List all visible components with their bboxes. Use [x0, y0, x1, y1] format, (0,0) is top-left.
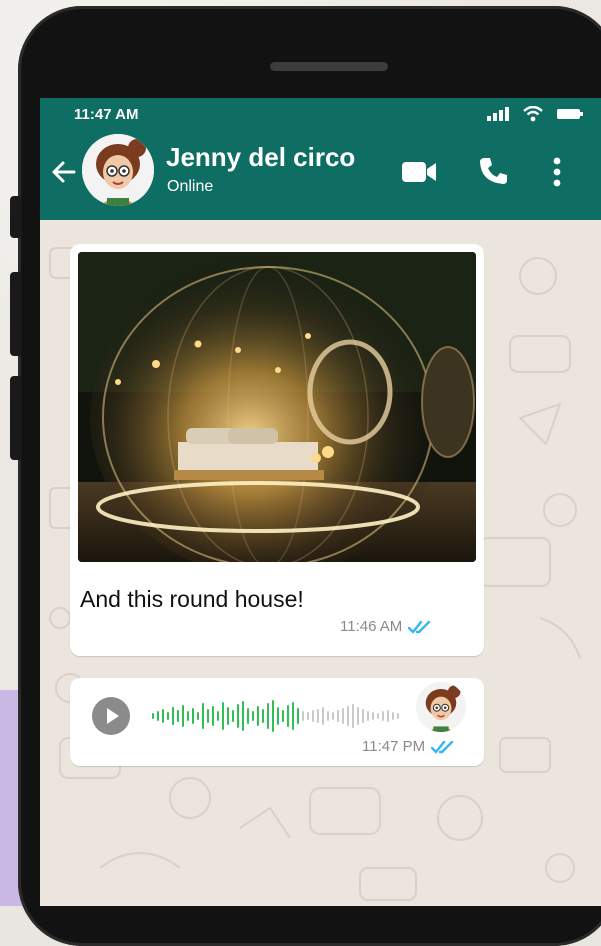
waveform-bar [257, 706, 259, 726]
waveform-bar [297, 708, 299, 724]
waveform-bar [242, 701, 244, 731]
waveform-bar [302, 711, 304, 721]
more-options-icon[interactable] [552, 156, 562, 188]
image-message-bubble[interactable]: And this round house! 11:46 AM [70, 244, 484, 656]
waveform-bar [212, 706, 214, 726]
waveform-bar [217, 711, 219, 721]
play-button[interactable] [92, 697, 130, 735]
waveform-bar [182, 705, 184, 727]
phone-volume-down-button [10, 376, 22, 460]
read-receipt-icon [408, 620, 431, 634]
waveform-bar [362, 709, 364, 723]
waveform-bar [382, 711, 384, 721]
waveform-bar [247, 708, 249, 724]
waveform-bar [152, 713, 154, 719]
waveform-bar [337, 710, 339, 722]
voice-message-meta: 11:47 PM [362, 738, 457, 755]
phone-side-button [10, 196, 22, 238]
waveform-bar [347, 706, 349, 726]
chat-screen: 11:47 AM Jenny del circo Online And this… [40, 98, 601, 906]
waveform-bar [282, 710, 284, 722]
waveform-bar [167, 712, 169, 720]
phone-call-icon[interactable] [478, 156, 508, 186]
read-receipt-icon [431, 740, 454, 754]
signal-icon [487, 107, 509, 121]
waveform-bar [267, 703, 269, 729]
waveform-bar [287, 705, 289, 727]
waveform-bar [277, 707, 279, 725]
waveform-bar [317, 709, 319, 723]
waveform-bar [157, 711, 159, 721]
status-time: 11:47 AM [74, 106, 139, 123]
voice-message-time: 11:47 PM [362, 738, 426, 755]
waveform-bar [292, 702, 294, 730]
waveform-bar [232, 710, 234, 722]
back-arrow-icon[interactable] [50, 158, 78, 186]
waveform-bar [237, 704, 239, 728]
waveform-bar [372, 712, 374, 720]
voice-message-bubble[interactable]: 11:47 PM [70, 678, 484, 766]
waveform-bar [252, 711, 254, 721]
chat-header: Jenny del circo Online [40, 128, 601, 220]
voice-waveform[interactable] [152, 698, 402, 734]
waveform-bar [332, 712, 334, 720]
wifi-icon [523, 106, 543, 122]
message-meta: 11:46 AM [340, 618, 434, 635]
waveform-bar [197, 712, 199, 720]
waveform-bar [162, 709, 164, 723]
waveform-bar [227, 707, 229, 725]
phone-speaker [270, 62, 388, 71]
waveform-bar [312, 710, 314, 722]
status-bar: 11:47 AM [40, 98, 601, 128]
message-caption: And this round house! [80, 586, 304, 612]
message-time: 11:46 AM [340, 618, 403, 635]
waveform-bar [322, 707, 324, 725]
phone-volume-up-button [10, 272, 22, 356]
waveform-bar [172, 707, 174, 725]
waveform-bar [177, 710, 179, 722]
waveform-bar [207, 709, 209, 723]
bubble-house-photo[interactable] [78, 252, 476, 562]
contact-status: Online [167, 178, 214, 195]
contact-avatar[interactable] [82, 134, 154, 206]
waveform-bar [327, 711, 329, 721]
sender-avatar [416, 682, 466, 732]
bubble-house-image [78, 252, 476, 562]
waveform-bar [392, 712, 394, 720]
waveform-bar [192, 708, 194, 724]
contact-name[interactable]: Jenny del circo [166, 142, 355, 173]
waveform-bar [397, 713, 399, 719]
waveform-bar [342, 708, 344, 724]
play-icon [107, 708, 119, 724]
waveform-bar [377, 713, 379, 719]
waveform-bar [272, 700, 274, 732]
waveform-bar [187, 711, 189, 721]
video-call-icon[interactable] [402, 161, 438, 183]
waveform-bar [357, 707, 359, 725]
waveform-bar [262, 709, 264, 723]
waveform-bar [222, 702, 224, 730]
battery-icon [557, 109, 583, 119]
waveform-bar [387, 710, 389, 722]
cartoon-girl-avatar-icon [82, 134, 154, 206]
waveform-bar [367, 711, 369, 721]
waveform-bar [307, 712, 309, 720]
waveform-bar [352, 704, 354, 728]
cartoon-girl-avatar-icon [416, 682, 466, 732]
waveform-bar [202, 703, 204, 729]
